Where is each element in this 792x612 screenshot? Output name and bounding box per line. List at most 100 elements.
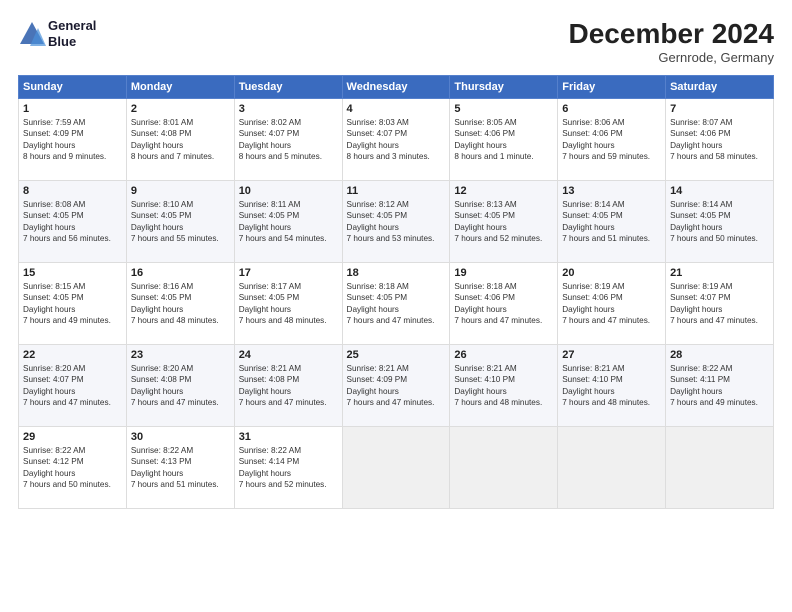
day-number: 13 [562, 185, 661, 197]
calendar-day-cell: 2 Sunrise: 8:01 AMSunset: 4:08 PMDayligh… [126, 99, 234, 181]
calendar-day-cell: 11 Sunrise: 8:12 AMSunset: 4:05 PMDaylig… [342, 181, 450, 263]
day-info: Sunrise: 8:21 AMSunset: 4:10 PMDaylight … [562, 364, 650, 407]
day-number: 28 [670, 349, 769, 361]
calendar-week-row: 8 Sunrise: 8:08 AMSunset: 4:05 PMDayligh… [19, 181, 774, 263]
day-of-week-header: Tuesday [234, 76, 342, 99]
day-number: 11 [347, 185, 446, 197]
day-info: Sunrise: 8:10 AMSunset: 4:05 PMDaylight … [131, 200, 219, 243]
day-info: Sunrise: 8:08 AMSunset: 4:05 PMDaylight … [23, 200, 111, 243]
day-of-week-header: Saturday [666, 76, 774, 99]
day-number: 2 [131, 103, 230, 115]
calendar-day-cell: 9 Sunrise: 8:10 AMSunset: 4:05 PMDayligh… [126, 181, 234, 263]
day-number: 20 [562, 267, 661, 279]
calendar-day-cell: 18 Sunrise: 8:18 AMSunset: 4:05 PMDaylig… [342, 263, 450, 345]
month-title: December 2024 [569, 18, 774, 50]
calendar-day-cell [450, 427, 558, 509]
calendar-week-row: 29 Sunrise: 8:22 AMSunset: 4:12 PMDaylig… [19, 427, 774, 509]
day-number: 15 [23, 267, 122, 279]
day-info: Sunrise: 8:14 AMSunset: 4:05 PMDaylight … [562, 200, 650, 243]
header: General Blue December 2024 Gernrode, Ger… [18, 18, 774, 65]
calendar-day-cell: 29 Sunrise: 8:22 AMSunset: 4:12 PMDaylig… [19, 427, 127, 509]
day-info: Sunrise: 8:18 AMSunset: 4:06 PMDaylight … [454, 282, 542, 325]
day-number: 16 [131, 267, 230, 279]
day-number: 4 [347, 103, 446, 115]
calendar-week-row: 22 Sunrise: 8:20 AMSunset: 4:07 PMDaylig… [19, 345, 774, 427]
day-info: Sunrise: 8:21 AMSunset: 4:09 PMDaylight … [347, 364, 435, 407]
day-info: Sunrise: 8:15 AMSunset: 4:05 PMDaylight … [23, 282, 111, 325]
day-number: 1 [23, 103, 122, 115]
day-number: 27 [562, 349, 661, 361]
day-number: 8 [23, 185, 122, 197]
calendar-day-cell: 19 Sunrise: 8:18 AMSunset: 4:06 PMDaylig… [450, 263, 558, 345]
calendar-day-cell: 23 Sunrise: 8:20 AMSunset: 4:08 PMDaylig… [126, 345, 234, 427]
day-of-week-header: Wednesday [342, 76, 450, 99]
calendar-day-cell: 5 Sunrise: 8:05 AMSunset: 4:06 PMDayligh… [450, 99, 558, 181]
calendar-day-cell: 21 Sunrise: 8:19 AMSunset: 4:07 PMDaylig… [666, 263, 774, 345]
day-number: 22 [23, 349, 122, 361]
calendar-day-cell [558, 427, 666, 509]
day-info: Sunrise: 7:59 AMSunset: 4:09 PMDaylight … [23, 118, 106, 161]
calendar-day-cell: 1 Sunrise: 7:59 AMSunset: 4:09 PMDayligh… [19, 99, 127, 181]
calendar-day-cell: 22 Sunrise: 8:20 AMSunset: 4:07 PMDaylig… [19, 345, 127, 427]
calendar-day-cell: 3 Sunrise: 8:02 AMSunset: 4:07 PMDayligh… [234, 99, 342, 181]
day-info: Sunrise: 8:06 AMSunset: 4:06 PMDaylight … [562, 118, 650, 161]
calendar-week-row: 15 Sunrise: 8:15 AMSunset: 4:05 PMDaylig… [19, 263, 774, 345]
day-info: Sunrise: 8:12 AMSunset: 4:05 PMDaylight … [347, 200, 435, 243]
day-number: 14 [670, 185, 769, 197]
page: General Blue December 2024 Gernrode, Ger… [0, 0, 792, 612]
logo: General Blue [18, 18, 96, 49]
day-number: 17 [239, 267, 338, 279]
day-number: 18 [347, 267, 446, 279]
day-number: 10 [239, 185, 338, 197]
day-number: 3 [239, 103, 338, 115]
day-info: Sunrise: 8:22 AMSunset: 4:12 PMDaylight … [23, 446, 111, 489]
calendar-day-cell: 20 Sunrise: 8:19 AMSunset: 4:06 PMDaylig… [558, 263, 666, 345]
day-info: Sunrise: 8:07 AMSunset: 4:06 PMDaylight … [670, 118, 758, 161]
day-info: Sunrise: 8:14 AMSunset: 4:05 PMDaylight … [670, 200, 758, 243]
day-number: 12 [454, 185, 553, 197]
logo-text: General Blue [48, 18, 96, 49]
logo-icon [18, 20, 46, 48]
day-info: Sunrise: 8:17 AMSunset: 4:05 PMDaylight … [239, 282, 327, 325]
calendar-day-cell: 28 Sunrise: 8:22 AMSunset: 4:11 PMDaylig… [666, 345, 774, 427]
calendar-day-cell [666, 427, 774, 509]
day-info: Sunrise: 8:01 AMSunset: 4:08 PMDaylight … [131, 118, 214, 161]
day-number: 7 [670, 103, 769, 115]
day-number: 25 [347, 349, 446, 361]
calendar-day-cell: 8 Sunrise: 8:08 AMSunset: 4:05 PMDayligh… [19, 181, 127, 263]
day-of-week-header: Sunday [19, 76, 127, 99]
day-info: Sunrise: 8:11 AMSunset: 4:05 PMDaylight … [239, 200, 327, 243]
location: Gernrode, Germany [569, 50, 774, 65]
calendar-day-cell: 26 Sunrise: 8:21 AMSunset: 4:10 PMDaylig… [450, 345, 558, 427]
calendar-day-cell: 27 Sunrise: 8:21 AMSunset: 4:10 PMDaylig… [558, 345, 666, 427]
calendar-day-cell: 7 Sunrise: 8:07 AMSunset: 4:06 PMDayligh… [666, 99, 774, 181]
calendar-day-cell: 25 Sunrise: 8:21 AMSunset: 4:09 PMDaylig… [342, 345, 450, 427]
day-info: Sunrise: 8:21 AMSunset: 4:10 PMDaylight … [454, 364, 542, 407]
day-number: 21 [670, 267, 769, 279]
calendar-day-cell: 14 Sunrise: 8:14 AMSunset: 4:05 PMDaylig… [666, 181, 774, 263]
day-number: 19 [454, 267, 553, 279]
day-number: 6 [562, 103, 661, 115]
day-info: Sunrise: 8:16 AMSunset: 4:05 PMDaylight … [131, 282, 219, 325]
calendar-day-cell: 10 Sunrise: 8:11 AMSunset: 4:05 PMDaylig… [234, 181, 342, 263]
day-of-week-header: Friday [558, 76, 666, 99]
calendar-day-cell: 12 Sunrise: 8:13 AMSunset: 4:05 PMDaylig… [450, 181, 558, 263]
day-number: 23 [131, 349, 230, 361]
day-number: 31 [239, 431, 338, 443]
calendar-day-cell: 24 Sunrise: 8:21 AMSunset: 4:08 PMDaylig… [234, 345, 342, 427]
day-number: 26 [454, 349, 553, 361]
calendar-day-cell: 30 Sunrise: 8:22 AMSunset: 4:13 PMDaylig… [126, 427, 234, 509]
day-number: 30 [131, 431, 230, 443]
calendar-header-row: SundayMondayTuesdayWednesdayThursdayFrid… [19, 76, 774, 99]
day-info: Sunrise: 8:20 AMSunset: 4:07 PMDaylight … [23, 364, 111, 407]
calendar-day-cell: 17 Sunrise: 8:17 AMSunset: 4:05 PMDaylig… [234, 263, 342, 345]
day-info: Sunrise: 8:19 AMSunset: 4:07 PMDaylight … [670, 282, 758, 325]
calendar-day-cell: 31 Sunrise: 8:22 AMSunset: 4:14 PMDaylig… [234, 427, 342, 509]
calendar-day-cell: 4 Sunrise: 8:03 AMSunset: 4:07 PMDayligh… [342, 99, 450, 181]
day-info: Sunrise: 8:22 AMSunset: 4:11 PMDaylight … [670, 364, 758, 407]
day-info: Sunrise: 8:18 AMSunset: 4:05 PMDaylight … [347, 282, 435, 325]
calendar-day-cell: 6 Sunrise: 8:06 AMSunset: 4:06 PMDayligh… [558, 99, 666, 181]
day-number: 9 [131, 185, 230, 197]
day-info: Sunrise: 8:22 AMSunset: 4:13 PMDaylight … [131, 446, 219, 489]
calendar-table: SundayMondayTuesdayWednesdayThursdayFrid… [18, 75, 774, 509]
